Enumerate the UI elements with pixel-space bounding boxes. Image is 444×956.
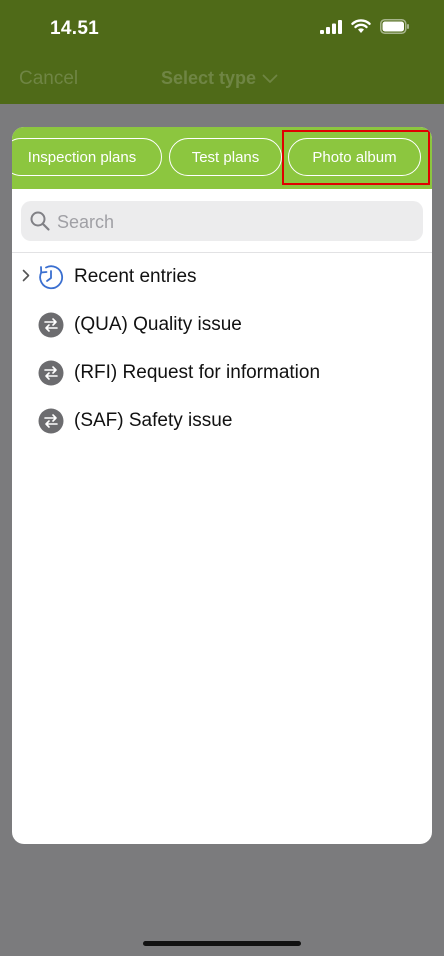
wifi-icon [351, 19, 371, 33]
search-field[interactable] [21, 201, 423, 243]
search-input[interactable] [55, 201, 419, 243]
chevron-down-icon [262, 74, 278, 83]
tab-test-plans[interactable]: Test plans [169, 138, 282, 176]
list-item-safety-issue[interactable]: (SAF) Safety issue [12, 399, 432, 443]
search-icon [30, 211, 50, 231]
home-indicator[interactable] [143, 941, 301, 946]
list-item-recent-entries[interactable]: Recent entries [12, 255, 432, 299]
chevron-right-icon[interactable] [22, 269, 30, 282]
list-item-quality-issue[interactable]: (QUA) Quality issue [12, 303, 432, 347]
select-type-dropdown[interactable]: Select type [161, 68, 278, 89]
signal-icon [320, 19, 342, 34]
cancel-button[interactable]: Cancel [19, 68, 78, 90]
list-item-label: (QUA) Quality issue [74, 314, 242, 335]
status-bar: 14.51 [0, 0, 444, 60]
list-item-label: (SAF) Safety issue [74, 410, 233, 431]
select-type-sheet: Inspection plans Test plans Photo album … [12, 127, 432, 844]
divider [12, 252, 432, 253]
highlight-box [282, 130, 430, 185]
list-item-request-for-information[interactable]: (RFI) Request for information [12, 351, 432, 395]
type-tab-bar: Inspection plans Test plans Photo album [12, 127, 432, 189]
select-type-label: Select type [161, 68, 257, 88]
battery-icon [380, 19, 409, 34]
transfer-icon [38, 360, 64, 386]
status-time: 14.51 [50, 18, 100, 39]
transfer-icon [38, 312, 64, 338]
recent-history-icon [39, 265, 63, 290]
tab-inspection-plans[interactable]: Inspection plans [12, 138, 162, 176]
list-item-label: (RFI) Request for information [74, 362, 321, 383]
navigation-bar: Cancel Select type [0, 60, 444, 104]
status-icons [320, 19, 410, 34]
transfer-icon [38, 408, 64, 434]
recent-entries-label: Recent entries [74, 266, 197, 287]
